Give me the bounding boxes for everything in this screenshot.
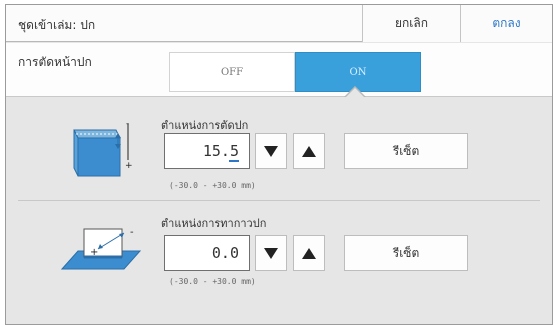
cut-position-title: ตำแหน่งการตัดปก — [161, 119, 249, 132]
trim-toggle-row: การตัดหน้าปก OFF ON — [6, 43, 552, 97]
trim-off-button[interactable]: OFF — [169, 52, 295, 92]
glue-position-value: 0.0 — [211, 244, 239, 262]
triangle-up-icon — [302, 145, 316, 157]
cover-cut-position-icon: - + — [70, 118, 134, 180]
reset-button[interactable]: รีเซ็ต — [344, 133, 468, 169]
svg-text:-: - — [130, 227, 134, 238]
decrease-button[interactable] — [255, 235, 287, 271]
increase-button[interactable] — [293, 235, 325, 271]
triangle-down-icon — [264, 145, 278, 157]
increase-button[interactable] — [293, 133, 325, 169]
cut-position-input[interactable]: 15.5 — [164, 133, 250, 169]
page-title: ชุดเข้าเล่ม: ปก — [18, 18, 96, 32]
range-hint: (-30.0 - +30.0 mm) — [169, 181, 256, 190]
range-hint: (-30.0 - +30.0 mm) — [169, 277, 256, 286]
svg-text:-: - — [126, 119, 129, 129]
glue-position-input[interactable]: 0.0 — [164, 235, 250, 271]
triangle-down-icon — [264, 247, 278, 259]
reset-button[interactable]: รีเซ็ต — [344, 235, 468, 271]
decrease-button[interactable] — [255, 133, 287, 169]
cut-position-value: 15.5 — [202, 142, 239, 160]
settings-panel: ชุดเข้าเล่ม: ปก ยกเลิก ตกลง การตัดหน้าปก… — [5, 4, 553, 325]
glue-position-icon: + - — [60, 221, 142, 277]
text-cursor — [229, 160, 239, 162]
glue-position-section: + - ตำแหน่งการทากาวปก 0.0 รีเซ็ต (-30.0 … — [6, 201, 552, 311]
svg-text:+: + — [90, 247, 98, 258]
cancel-button[interactable]: ยกเลิก — [362, 5, 460, 42]
svg-text:+: + — [125, 161, 133, 171]
cut-position-section: - + ตำแหน่งการตัดปก 15.5 รีเซ็ต (-30.0 -… — [6, 98, 552, 200]
trim-label: การตัดหน้าปก — [18, 55, 92, 69]
glue-position-title: ตำแหน่งการทากาวปก — [161, 217, 267, 230]
header-bar: ชุดเข้าเล่ม: ปก ยกเลิก ตกลง — [6, 5, 552, 42]
ok-button[interactable]: ตกลง — [460, 5, 552, 42]
triangle-up-icon — [302, 247, 316, 259]
